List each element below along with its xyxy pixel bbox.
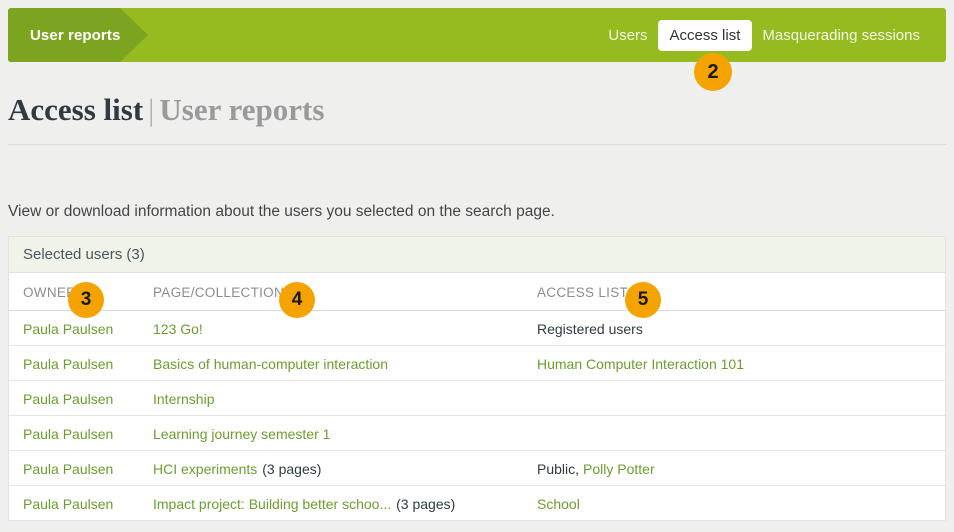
cell-owner: Paula Paulsen bbox=[23, 451, 113, 486]
owner-link[interactable]: Paula Paulsen bbox=[23, 496, 113, 512]
title-divider bbox=[8, 144, 946, 145]
cell-access-list: Human Computer Interaction 101 bbox=[537, 346, 744, 381]
cell-page: HCI experiments (3 pages) bbox=[153, 451, 321, 486]
table-row: Paula Paulsen HCI experiments (3 pages) P… bbox=[9, 451, 945, 486]
page-title-current: Access list bbox=[8, 92, 144, 127]
table-row: Paula Paulsen Impact project: Building b… bbox=[9, 486, 945, 521]
access-link[interactable]: Polly Potter bbox=[583, 461, 655, 477]
page-title-parent: User reports bbox=[159, 92, 325, 127]
access-link[interactable]: School bbox=[537, 496, 580, 512]
cell-owner: Paula Paulsen bbox=[23, 381, 113, 416]
page-link[interactable]: Basics of human-computer interaction bbox=[153, 356, 388, 372]
page-link[interactable]: Learning journey semester 1 bbox=[153, 426, 330, 442]
nav-link-masquerading-sessions[interactable]: Masquerading sessions bbox=[752, 21, 930, 50]
cell-page: Basics of human-computer interaction bbox=[153, 346, 388, 381]
page-title: Access list | User reports bbox=[8, 92, 324, 128]
page-title-separator: | bbox=[148, 92, 155, 127]
cell-page: Internship bbox=[153, 381, 214, 416]
cell-page: Impact project: Building better schoo...… bbox=[153, 486, 455, 521]
nav-links: Users Access list Masquerading sessions bbox=[598, 8, 930, 62]
nav-link-access-list[interactable]: Access list bbox=[657, 19, 753, 51]
owner-link[interactable]: Paula Paulsen bbox=[23, 356, 113, 372]
column-header-page-collection: PAGE/COLLECTION bbox=[153, 284, 285, 300]
cell-access-list: Public, Polly Potter bbox=[537, 451, 655, 486]
page-link[interactable]: Internship bbox=[153, 391, 214, 407]
cell-page: 123 Go! bbox=[153, 311, 203, 346]
selected-users-table: Selected users (3) OWNER PAGE/COLLECTION… bbox=[8, 236, 946, 521]
column-header-access-list: ACCESS LIST bbox=[537, 284, 629, 300]
page-description: View or download information about the u… bbox=[8, 203, 555, 220]
owner-link[interactable]: Paula Paulsen bbox=[23, 391, 113, 407]
owner-link[interactable]: Paula Paulsen bbox=[23, 461, 113, 477]
owner-link[interactable]: Paula Paulsen bbox=[23, 426, 113, 442]
marker-badge-4: 4 bbox=[279, 282, 315, 318]
marker-badge-2: 2 bbox=[694, 53, 732, 91]
access-plain-text: Registered users bbox=[537, 320, 643, 337]
table-header-row: OWNER PAGE/COLLECTION ACCESS LIST bbox=[9, 273, 945, 311]
top-nav-bar: User reports Users Access list Masquerad… bbox=[8, 8, 946, 62]
owner-link[interactable]: Paula Paulsen bbox=[23, 321, 113, 337]
nav-brand-label: User reports bbox=[30, 26, 121, 44]
page-count-label: (3 pages) bbox=[262, 460, 322, 477]
nav-link-users[interactable]: Users bbox=[598, 21, 657, 50]
page-link[interactable]: Impact project: Building better schoo... bbox=[153, 496, 391, 512]
cell-access-list: Registered users bbox=[537, 311, 643, 346]
page-count-label: (3 pages) bbox=[396, 495, 456, 512]
page-link[interactable]: HCI experiments bbox=[153, 461, 257, 477]
cell-owner: Paula Paulsen bbox=[23, 346, 113, 381]
table-body: Paula Paulsen 123 Go! Registered users P… bbox=[9, 311, 945, 521]
cell-owner: Paula Paulsen bbox=[23, 311, 113, 346]
access-plain-text: Public, bbox=[537, 460, 580, 477]
table-caption: Selected users (3) bbox=[9, 237, 945, 273]
page-link[interactable]: 123 Go! bbox=[153, 321, 203, 337]
cell-page: Learning journey semester 1 bbox=[153, 416, 330, 451]
cell-owner: Paula Paulsen bbox=[23, 416, 113, 451]
marker-badge-3: 3 bbox=[68, 282, 104, 318]
access-link[interactable]: Human Computer Interaction 101 bbox=[537, 356, 744, 372]
table-row: Paula Paulsen Basics of human-computer i… bbox=[9, 346, 945, 381]
table-row: Paula Paulsen 123 Go! Registered users bbox=[9, 311, 945, 346]
marker-badge-5: 5 bbox=[625, 282, 661, 318]
table-row: Paula Paulsen Learning journey semester … bbox=[9, 416, 945, 451]
cell-access-list: School bbox=[537, 486, 580, 521]
table-row: Paula Paulsen Internship bbox=[9, 381, 945, 416]
cell-owner: Paula Paulsen bbox=[23, 486, 113, 521]
